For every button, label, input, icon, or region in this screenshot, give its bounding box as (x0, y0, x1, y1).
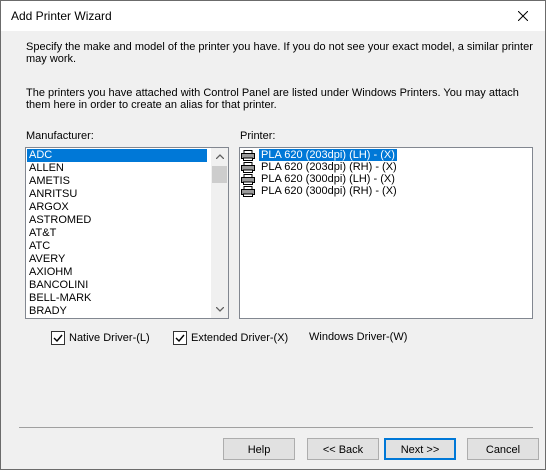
extended-driver-checkbox[interactable]: Extended Driver-(X) (173, 331, 288, 345)
chevron-down-icon (215, 307, 224, 312)
printer-list: PLA 620 (203dpi) (LH) - (X) PLA 620 (203d… (240, 148, 532, 197)
printer-item[interactable]: PLA 620 (300dpi) (LH) - (X) (241, 173, 532, 185)
printer-icon (241, 173, 255, 185)
back-button[interactable]: << Back (307, 438, 379, 460)
manufacturer-item[interactable]: ARGOX (27, 201, 207, 214)
check-icon (175, 334, 185, 342)
next-button[interactable]: Next >> (384, 438, 456, 460)
manufacturer-item[interactable]: AMETIS (27, 175, 207, 188)
printer-item[interactable]: PLA 620 (300dpi) (RH) - (X) (241, 185, 532, 197)
printer-icon (241, 185, 255, 197)
manufacturer-scrollbar[interactable] (211, 148, 228, 318)
manufacturer-item[interactable]: AVERY (27, 253, 207, 266)
chevron-up-icon (215, 154, 224, 159)
printer-icon (241, 149, 255, 161)
manufacturer-item[interactable]: ALLEN (27, 162, 207, 175)
scroll-up-button[interactable] (211, 148, 228, 165)
printer-item-label: PLA 620 (300dpi) (LH) - (X) (261, 173, 395, 185)
cancel-button[interactable]: Cancel (467, 438, 539, 460)
native-driver-checkbox[interactable]: Native Driver-(L) (51, 331, 150, 345)
manufacturer-item[interactable]: ANRITSU (27, 188, 207, 201)
window-title: Add Printer Wizard (11, 9, 112, 23)
scroll-down-button[interactable] (211, 301, 228, 318)
printer-item-label: PLA 620 (203dpi) (LH) - (X) (259, 149, 397, 161)
manufacturer-listbox[interactable]: ADC ALLEN AMETIS ANRITSU ARGOX ASTROMED AT&T AT… (25, 147, 229, 319)
manufacturer-item[interactable]: BANCOLINI (27, 279, 207, 292)
native-driver-checkmark (51, 331, 65, 345)
native-driver-label: Native Driver-(L) (69, 332, 150, 344)
close-icon (518, 11, 528, 21)
button-separator (19, 427, 533, 428)
printer-item[interactable]: PLA 620 (203dpi) (RH) - (X) (241, 161, 532, 173)
printer-icon (241, 161, 255, 173)
title-bar: Add Printer Wizard (1, 1, 545, 31)
printer-listbox[interactable]: PLA 620 (203dpi) (LH) - (X) PLA 620 (203d… (239, 147, 533, 319)
extended-driver-checkmark (173, 331, 187, 345)
manufacturer-label: Manufacturer: (26, 130, 94, 142)
extended-driver-label: Extended Driver-(X) (191, 332, 289, 344)
help-button[interactable]: Help (223, 438, 295, 460)
scroll-thumb[interactable] (212, 166, 227, 183)
manufacturer-item[interactable]: ATC (27, 240, 207, 253)
check-icon (53, 334, 63, 342)
dialog-client-area: Specify the make and model of the printe… (1, 31, 545, 469)
windows-driver-label: Windows Driver-(W) (309, 331, 408, 343)
manufacturer-list: ADC ALLEN AMETIS ANRITSU ARGOX ASTROMED AT&T AT… (26, 148, 207, 318)
printer-item-label: PLA 620 (203dpi) (RH) - (X) (261, 161, 397, 173)
close-button[interactable] (501, 1, 545, 31)
instruction-text-model: Specify the make and model of the printe… (26, 41, 533, 65)
manufacturer-item[interactable]: ADC (27, 149, 207, 162)
manufacturer-item[interactable]: BELL-MARK (27, 292, 207, 305)
manufacturer-item[interactable]: AT&T (27, 227, 207, 240)
manufacturer-item[interactable]: AXIOHM (27, 266, 207, 279)
printer-item[interactable]: PLA 620 (203dpi) (LH) - (X) (241, 149, 532, 161)
printer-item-label: PLA 620 (300dpi) (RH) - (X) (261, 185, 397, 197)
printer-label: Printer: (240, 130, 276, 142)
manufacturer-item[interactable]: BRADY (27, 305, 207, 318)
add-printer-wizard-dialog: Add Printer Wizard Specify the make and … (0, 0, 546, 470)
manufacturer-item[interactable]: ASTROMED (27, 214, 207, 227)
instruction-text-windows-printers: The printers you have attached with Cont… (26, 87, 519, 111)
